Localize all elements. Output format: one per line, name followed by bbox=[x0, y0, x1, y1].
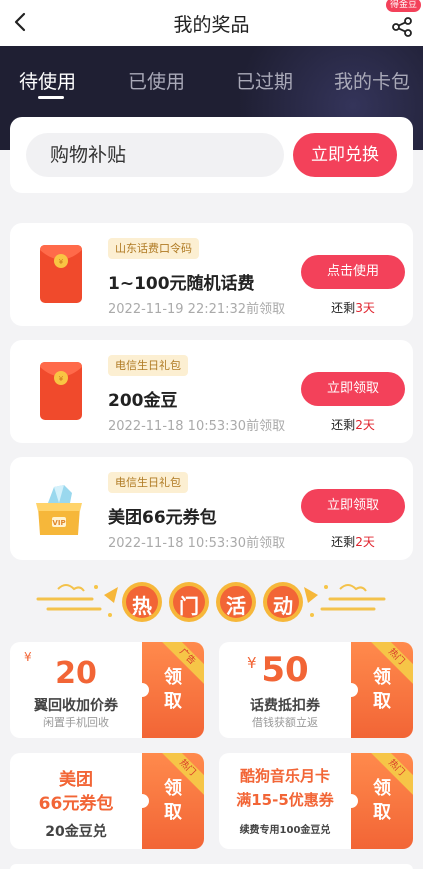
svg-text:¥: ¥ bbox=[59, 258, 64, 266]
svg-text:¥: ¥ bbox=[59, 375, 64, 383]
active-tab-indicator bbox=[38, 96, 64, 99]
vip-treasure-box-icon: VIP bbox=[36, 485, 82, 535]
share-icon bbox=[392, 17, 412, 37]
page-title: 我的奖品 bbox=[173, 14, 250, 36]
coupon-subtitle: 66元券包 bbox=[38, 794, 114, 814]
share-button[interactable] bbox=[389, 8, 415, 38]
banner-decoration-icon bbox=[36, 582, 386, 622]
coupon-subtitle: 满15-5优惠券 bbox=[236, 791, 334, 809]
coupon-subtitle: 借钱获额立返 bbox=[252, 716, 318, 729]
prize-deadline: 2022-11-18 10:53:30前领取 bbox=[108, 419, 286, 434]
prize-card: ¥ 山东话费口令码 1~100元随机话费 2022-11-19 22:21:32… bbox=[10, 223, 413, 326]
next-card-peek bbox=[10, 864, 413, 869]
activity-card[interactable]: ¥ 20 翼回收加价券 闲置手机回收 领取 广告 bbox=[10, 642, 204, 738]
banner-char: 活 bbox=[226, 594, 246, 618]
activity-card[interactable]: 美团 66元券包 20金豆兑 领取 热门 bbox=[10, 753, 204, 849]
banner-char: 热 bbox=[132, 594, 152, 618]
days-remaining: 还剩2天 bbox=[331, 535, 375, 549]
prize-card: ¥ 电信生日礼包 200金豆 2022-11-18 10:53:30前领取 立即… bbox=[10, 340, 413, 443]
days-remaining: 还剩2天 bbox=[331, 418, 375, 432]
tab-used[interactable]: 已使用 bbox=[128, 67, 185, 94]
days-remaining: 还剩3天 bbox=[331, 301, 375, 315]
tab-my-wallet[interactable]: 我的卡包 bbox=[334, 67, 410, 94]
coupon-title: 翼回收加价券 bbox=[34, 698, 118, 714]
prize-deadline: 2022-11-18 10:53:30前领取 bbox=[108, 536, 286, 551]
top-nav-bar: 我的奖品 得金豆 bbox=[0, 0, 423, 46]
redeem-button[interactable]: 立即兑换 bbox=[293, 133, 397, 177]
redeem-card: 购物补贴 立即兑换 bbox=[10, 117, 413, 193]
activity-card[interactable]: 酷狗音乐月卡 满15-5优惠券 续费专用100金豆兑 领取 热门 bbox=[219, 753, 413, 849]
coupon-price: 20金豆兑 bbox=[45, 824, 107, 840]
svg-text:VIP: VIP bbox=[52, 519, 65, 527]
share-reward-badge: 得金豆 bbox=[385, 0, 421, 12]
coupon-title: 话费抵扣券 bbox=[250, 698, 320, 714]
claim-now-button[interactable]: 立即领取 bbox=[301, 489, 405, 523]
tab-expired[interactable]: 已过期 bbox=[236, 67, 293, 94]
red-envelope-icon: ¥ bbox=[40, 245, 82, 303]
use-now-button[interactable]: 点击使用 bbox=[301, 255, 405, 289]
coupon-amount: 20 bbox=[55, 656, 97, 691]
prize-name: 200金豆 bbox=[108, 391, 178, 411]
claim-now-button[interactable]: 立即领取 bbox=[301, 372, 405, 406]
banner-char: 门 bbox=[179, 594, 199, 618]
prize-tag: 电信生日礼包 bbox=[108, 355, 188, 376]
tab-unused[interactable]: 待使用 bbox=[19, 67, 76, 94]
redeem-code-input[interactable]: 购物补贴 bbox=[26, 133, 284, 177]
prize-name: 美团66元券包 bbox=[108, 508, 217, 528]
red-envelope-icon: ¥ bbox=[40, 362, 82, 420]
coupon-title: 酷狗音乐月卡 bbox=[239, 767, 330, 785]
prize-name: 1~100元随机话费 bbox=[108, 274, 255, 294]
prize-card: VIP 电信生日礼包 美团66元券包 2022-11-18 10:53:30前领… bbox=[10, 457, 413, 560]
coupon-amount: 50 bbox=[261, 650, 309, 690]
prize-tag: 电信生日礼包 bbox=[108, 472, 188, 493]
coupon-price: 续费专用100金豆兑 bbox=[239, 825, 331, 836]
hot-activities-banner: 热 门 活 动 bbox=[0, 567, 423, 637]
banner-char: 动 bbox=[273, 594, 293, 618]
prize-deadline: 2022-11-19 22:21:32前领取 bbox=[108, 302, 286, 317]
coupon-title: 美团 bbox=[59, 770, 93, 790]
coupon-subtitle: 闲置手机回收 bbox=[43, 716, 109, 729]
activity-card[interactable]: ¥ 50 话费抵扣券 借钱获额立返 领取 热门 bbox=[219, 642, 413, 738]
prize-tag: 山东话费口令码 bbox=[108, 238, 199, 259]
